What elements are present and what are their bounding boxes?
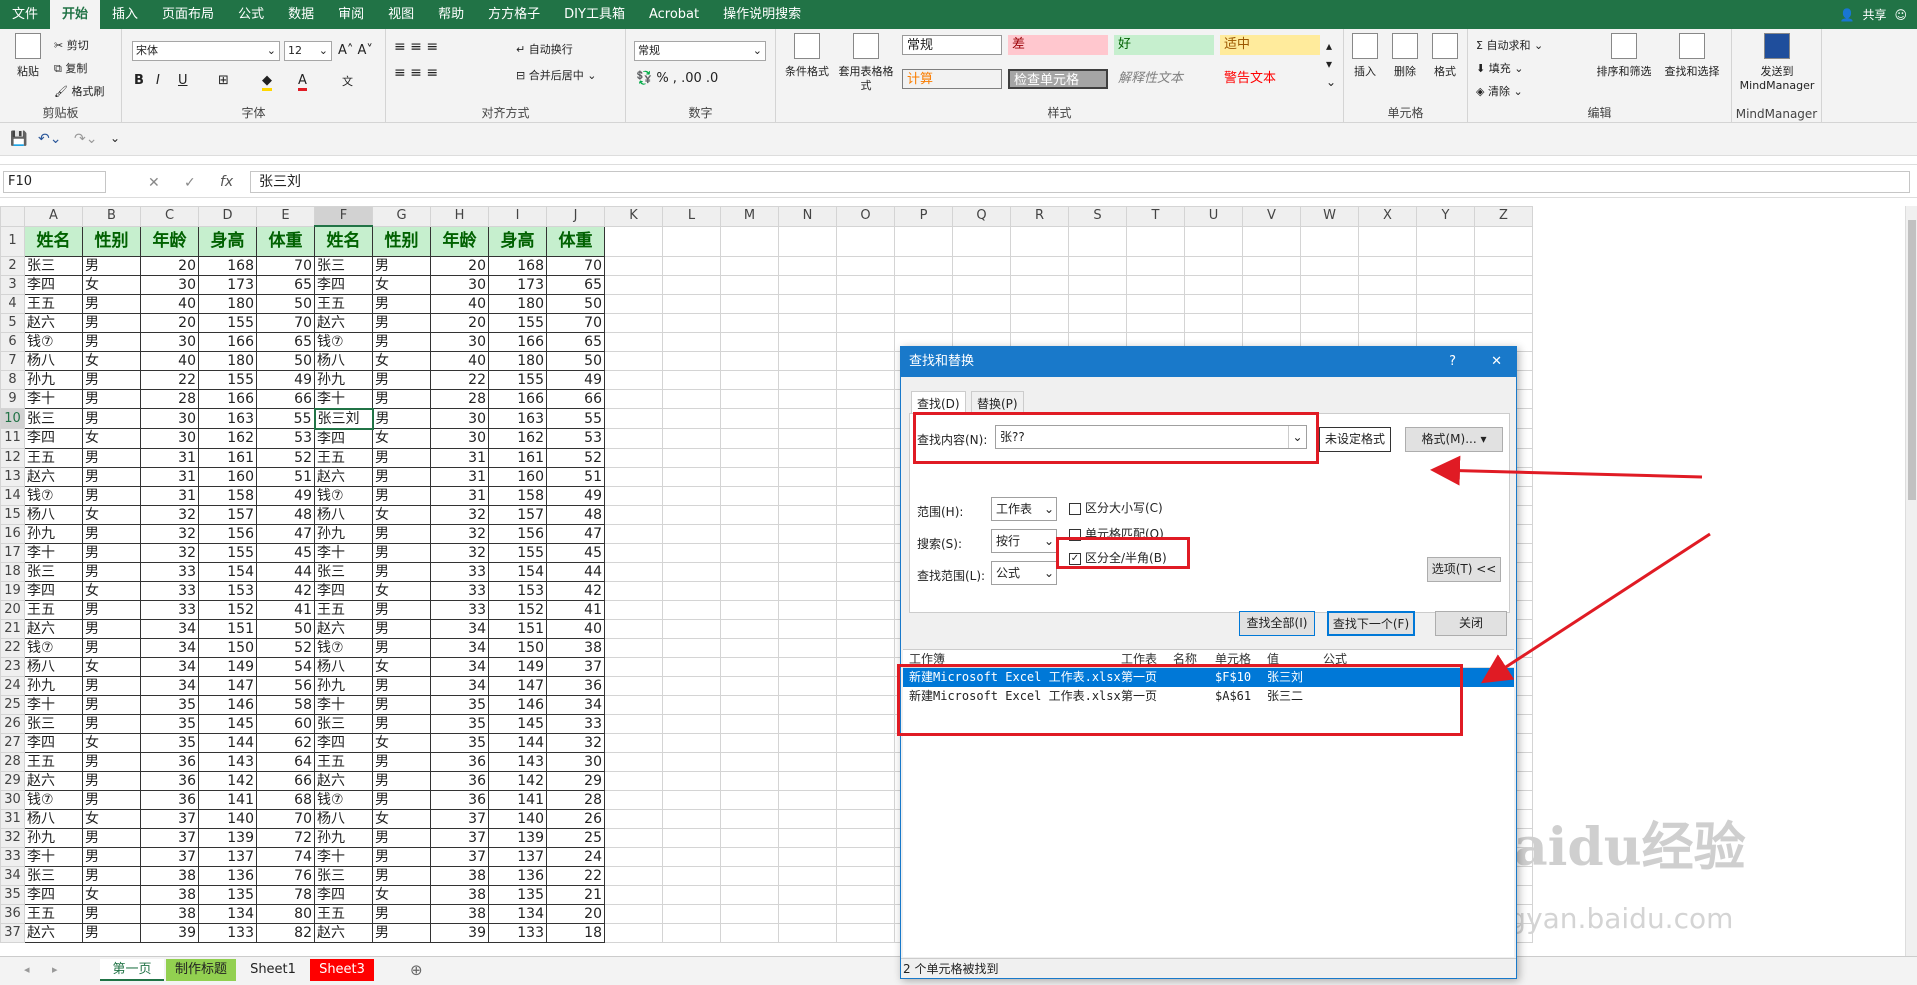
arrow-to-find — [1430, 455, 1703, 486]
annotation-arrows — [1430, 455, 1711, 684]
arrow-to-results — [1480, 532, 1711, 684]
